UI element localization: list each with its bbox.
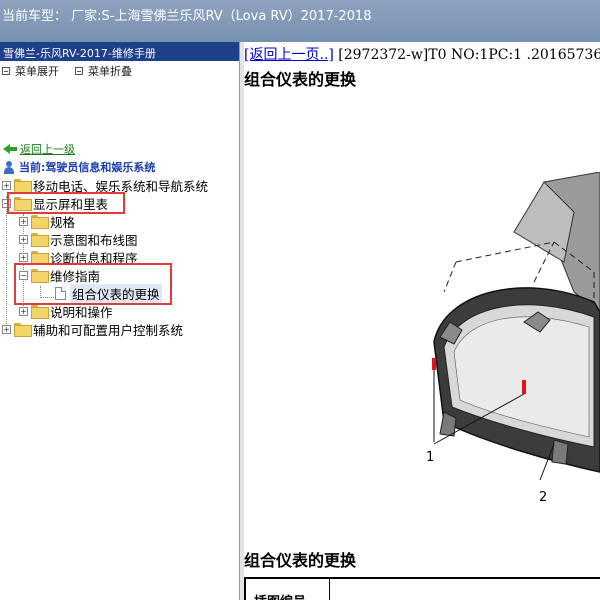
tree-item-aux-controls[interactable]: + 辅助和可配置用户控制系统	[0, 320, 239, 338]
back-arrow-icon	[3, 144, 17, 154]
folder-icon	[31, 305, 49, 319]
section-title: 组合仪表的更换	[244, 551, 357, 570]
tree-item-label: 辅助和可配置用户控制系统	[33, 322, 184, 338]
page-title: 组合仪表的更换	[244, 70, 357, 89]
window-title-bar: 当前车型： 厂家:S-上海雪佛兰乐风RV（Lova RV）2017-2018	[0, 0, 600, 42]
back-button[interactable]: 返回上一级	[0, 140, 239, 158]
callout-label: 2	[539, 490, 548, 505]
document-code: [2972372-w]T0 NO:1PC:1 .201657363	[333, 47, 600, 63]
menu-toolbar: 菜单展开 菜单折叠	[0, 61, 239, 81]
highlight-box	[14, 263, 172, 305]
current-location-label: 当前:驾驶员信息和娱乐系统	[19, 161, 156, 174]
callout-label: 1	[426, 450, 435, 465]
current-location: 当前:驾驶员信息和娱乐系统	[0, 158, 239, 176]
expand-icon[interactable]: +	[2, 180, 11, 190]
tree-item-label: 规格	[50, 214, 76, 230]
manual-title: 雪佛兰-乐风RV-2017-维修手册	[0, 42, 239, 61]
folder-icon	[31, 215, 49, 229]
tree-item-label: 示意图和布线图	[50, 232, 138, 248]
content-pane: [返回上一页..] [2972372-w]T0 NO:1PC:1 .201657…	[244, 42, 600, 600]
menu-expand-button[interactable]: 菜单展开	[2, 63, 59, 79]
window-title: 当前车型： 厂家:S-上海雪佛兰乐风RV（Lova RV）2017-2018	[2, 9, 372, 24]
table-header-cell: 插图编号	[246, 579, 330, 600]
manual-navigation-pane: 雪佛兰-乐风RV-2017-维修手册 菜单展开 菜单折叠 返回上一级 当前:驾驶…	[0, 42, 240, 600]
expand-icon[interactable]: +	[19, 216, 28, 226]
folder-icon	[31, 251, 49, 265]
folder-icon	[14, 323, 32, 337]
tree-item-spec[interactable]: + 规格	[0, 212, 239, 230]
back-link-label: 返回上一级	[20, 143, 75, 156]
expand-icon[interactable]: +	[2, 324, 11, 334]
highlight-box	[7, 192, 125, 214]
content-nav-bar: [返回上一页..] [2972372-w]T0 NO:1PC:1 .201657…	[244, 42, 600, 64]
expand-icon[interactable]: +	[19, 252, 28, 262]
driver-icon	[3, 160, 15, 174]
collapse-all-icon	[75, 67, 83, 75]
screw-marker	[522, 380, 526, 394]
expand-icon[interactable]: +	[19, 306, 28, 316]
folder-icon	[31, 233, 49, 247]
back-page-link[interactable]: [返回上一页..]	[244, 47, 334, 63]
tree-item-schematic[interactable]: + 示意图和布线图	[0, 230, 239, 248]
folder-icon	[14, 179, 32, 193]
procedure-table: 插图编号	[244, 577, 600, 600]
expand-all-icon	[2, 67, 10, 75]
menu-expand-label: 菜单展开	[15, 65, 59, 78]
screw-marker	[432, 358, 436, 370]
expand-icon[interactable]: +	[19, 234, 28, 244]
menu-collapse-label: 菜单折叠	[88, 65, 132, 78]
menu-collapse-button[interactable]: 菜单折叠	[75, 63, 132, 79]
